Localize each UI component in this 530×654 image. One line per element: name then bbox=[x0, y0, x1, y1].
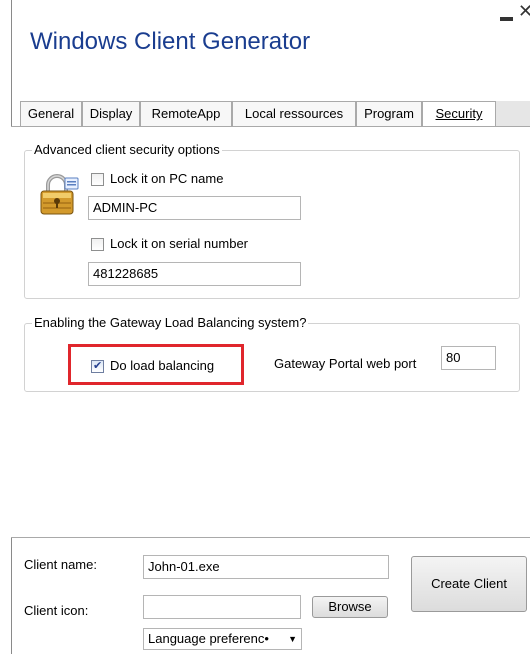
minimize-icon[interactable] bbox=[500, 8, 514, 22]
client-icon-label: Client icon: bbox=[24, 603, 89, 618]
tab-local-ressources[interactable]: Local ressources bbox=[232, 101, 356, 127]
create-client-button[interactable]: Create Client bbox=[411, 556, 527, 612]
tab-label: Local ressources bbox=[244, 106, 344, 121]
tab-strip-filler bbox=[496, 101, 530, 127]
tab-strip: General Display RemoteApp Local ressourc… bbox=[20, 101, 530, 128]
do-load-balancing-label: Do load balancing bbox=[110, 358, 215, 373]
load-balancing-group-title: Enabling the Gateway Load Balancing syst… bbox=[32, 315, 309, 330]
close-icon[interactable]: ✕ bbox=[518, 0, 530, 22]
tab-remoteapp[interactable]: RemoteApp bbox=[140, 101, 232, 127]
tab-label: RemoteApp bbox=[151, 106, 221, 121]
pc-name-field[interactable]: ADMIN-PC bbox=[88, 196, 301, 220]
chevron-down-icon: ▼ bbox=[288, 634, 297, 644]
tab-security[interactable]: Security bbox=[422, 101, 496, 128]
lock-serial-number-label: Lock it on serial number bbox=[110, 236, 249, 251]
serial-number-field[interactable]: 481228685 bbox=[88, 262, 301, 286]
security-options-group-title: Advanced client security options bbox=[32, 142, 222, 157]
language-preference-value: Language preferenc• bbox=[148, 631, 269, 646]
browse-button[interactable]: Browse bbox=[312, 596, 388, 618]
do-load-balancing-checkbox[interactable] bbox=[91, 359, 104, 373]
client-name-label: Client name: bbox=[24, 557, 97, 572]
tab-label: Display bbox=[89, 106, 133, 121]
gateway-port-field[interactable]: 80 bbox=[441, 346, 496, 370]
tab-display[interactable]: Display bbox=[82, 101, 140, 127]
tab-label: Program bbox=[364, 106, 414, 121]
lock-pc-name-checkbox[interactable] bbox=[91, 173, 104, 186]
client-name-field[interactable]: John-01.exe bbox=[143, 555, 389, 579]
window-title: Windows Client Generator bbox=[30, 28, 311, 55]
gateway-port-label: Gateway Portal web port bbox=[274, 356, 417, 371]
language-preference-dropdown[interactable]: Language preferenc• ▼ bbox=[143, 628, 302, 650]
lock-pc-name-label: Lock it on PC name bbox=[110, 171, 224, 186]
padlock-icon bbox=[36, 172, 80, 216]
tab-label: Security bbox=[435, 106, 483, 121]
tab-general[interactable]: General bbox=[20, 101, 82, 127]
lock-serial-number-checkbox[interactable] bbox=[91, 238, 104, 251]
tab-program[interactable]: Program bbox=[356, 101, 422, 127]
tab-label: General bbox=[27, 106, 75, 121]
client-icon-field[interactable] bbox=[143, 595, 301, 619]
